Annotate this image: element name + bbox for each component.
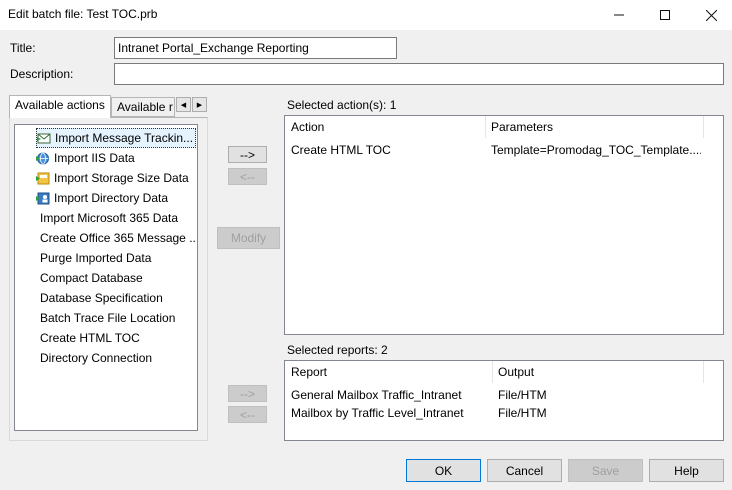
- list-item-label: Directory Connection: [40, 351, 153, 365]
- tab-available-reports[interactable]: Available r: [111, 97, 175, 117]
- save-button[interactable]: Save: [568, 459, 643, 482]
- add-report-button[interactable]: -->: [228, 385, 267, 402]
- list-item[interactable]: Import IIS Data: [36, 148, 196, 168]
- modify-button[interactable]: Modify: [217, 227, 280, 249]
- available-actions-list: Import Message Trackin... Import IIS Dat…: [14, 124, 198, 431]
- list-item[interactable]: Import Message Trackin...: [36, 128, 196, 148]
- list-item[interactable]: Import Storage Size Data: [36, 168, 196, 188]
- storage-import-icon: [36, 172, 50, 184]
- maximize-button[interactable]: [642, 0, 688, 30]
- tab-available-actions[interactable]: Available actions: [9, 95, 111, 118]
- cancel-button[interactable]: Cancel: [487, 459, 562, 482]
- cell-output: File/HTM: [498, 406, 547, 420]
- title-bar: Edit batch file: Test TOC.prb: [0, 0, 732, 30]
- selected-reports-label: Selected reports: 2: [287, 343, 388, 357]
- title-label: Title:: [10, 41, 36, 55]
- list-item[interactable]: Create HTML TOC: [40, 328, 196, 348]
- caret-left-icon: ◀: [180, 101, 187, 109]
- list-item[interactable]: Create Office 365 Message ...: [40, 228, 196, 248]
- list-item-label: Database Specification: [40, 291, 163, 305]
- list-item-label: Import Storage Size Data: [54, 171, 189, 185]
- close-icon: [705, 9, 717, 21]
- globe-import-icon: [36, 152, 49, 164]
- tab-scroll-right-button[interactable]: ▶: [192, 97, 207, 112]
- remove-action-button[interactable]: <--: [228, 168, 267, 185]
- selected-reports-table: Report Output General Mailbox Traffic_In…: [284, 360, 724, 441]
- caret-right-icon: ▶: [196, 101, 203, 109]
- list-item[interactable]: Import Directory Data: [36, 188, 196, 208]
- table-row[interactable]: Create HTML TOC Template=Promodag_TOC_Te…: [285, 140, 723, 160]
- tab-label: Available r: [117, 100, 173, 114]
- list-item[interactable]: Batch Trace File Location: [40, 308, 196, 328]
- description-label: Description:: [10, 67, 74, 81]
- directory-import-icon: [36, 192, 50, 204]
- ok-button[interactable]: OK: [406, 459, 481, 482]
- minimize-button[interactable]: [596, 0, 642, 30]
- help-button[interactable]: Help: [649, 459, 724, 482]
- tab-label: Available actions: [15, 98, 105, 112]
- tab-scroll-left-button[interactable]: ◀: [176, 97, 191, 112]
- column-header-action[interactable]: Action: [285, 116, 485, 138]
- selected-actions-table: Action Parameters Create HTML TOC Templa…: [284, 115, 724, 335]
- maximize-icon: [660, 10, 670, 20]
- mail-import-icon: [37, 133, 51, 143]
- cell-report: General Mailbox Traffic_Intranet: [291, 388, 462, 402]
- table-row[interactable]: General Mailbox Traffic_Intranet File/HT…: [285, 385, 723, 405]
- column-header-parameters[interactable]: Parameters: [485, 116, 705, 138]
- close-button[interactable]: [688, 0, 732, 30]
- selected-actions-label: Selected action(s): 1: [287, 98, 397, 112]
- title-input[interactable]: Intranet Portal_Exchange Reporting: [114, 37, 397, 59]
- list-item-label: Import IIS Data: [54, 151, 135, 165]
- list-item-label: Create Office 365 Message ...: [40, 231, 196, 245]
- list-item-label: Import Message Trackin...: [55, 131, 194, 145]
- list-item-label: Import Microsoft 365 Data: [40, 211, 179, 225]
- list-item-label: Batch Trace File Location: [40, 311, 176, 325]
- list-item[interactable]: Import Microsoft 365 Data: [40, 208, 196, 228]
- table-row[interactable]: Mailbox by Traffic Level_Intranet File/H…: [285, 405, 723, 425]
- minimize-icon: [614, 14, 624, 16]
- window-title: Edit batch file: Test TOC.prb: [8, 7, 158, 21]
- remove-report-button[interactable]: <--: [228, 406, 267, 423]
- column-divider: [703, 116, 704, 138]
- description-input[interactable]: [114, 63, 724, 85]
- list-item[interactable]: Purge Imported Data: [40, 248, 196, 268]
- list-item-label: Import Directory Data: [54, 191, 169, 205]
- list-item-label: Compact Database: [40, 271, 143, 285]
- list-item[interactable]: Database Specification: [40, 288, 196, 308]
- cell-action: Create HTML TOC: [291, 143, 391, 157]
- column-header-output[interactable]: Output: [492, 361, 704, 383]
- list-item[interactable]: Compact Database: [40, 268, 196, 288]
- column-header-report[interactable]: Report: [285, 361, 492, 383]
- cell-output: File/HTM: [498, 388, 547, 402]
- column-divider: [703, 361, 704, 383]
- cell-report: Mailbox by Traffic Level_Intranet: [291, 406, 464, 420]
- list-item-label: Purge Imported Data: [40, 251, 152, 265]
- add-action-button[interactable]: -->: [228, 146, 267, 163]
- cell-parameters: Template=Promodag_TOC_Template....: [491, 143, 701, 157]
- list-item[interactable]: Directory Connection: [40, 348, 196, 368]
- list-item-label: Create HTML TOC: [40, 331, 140, 345]
